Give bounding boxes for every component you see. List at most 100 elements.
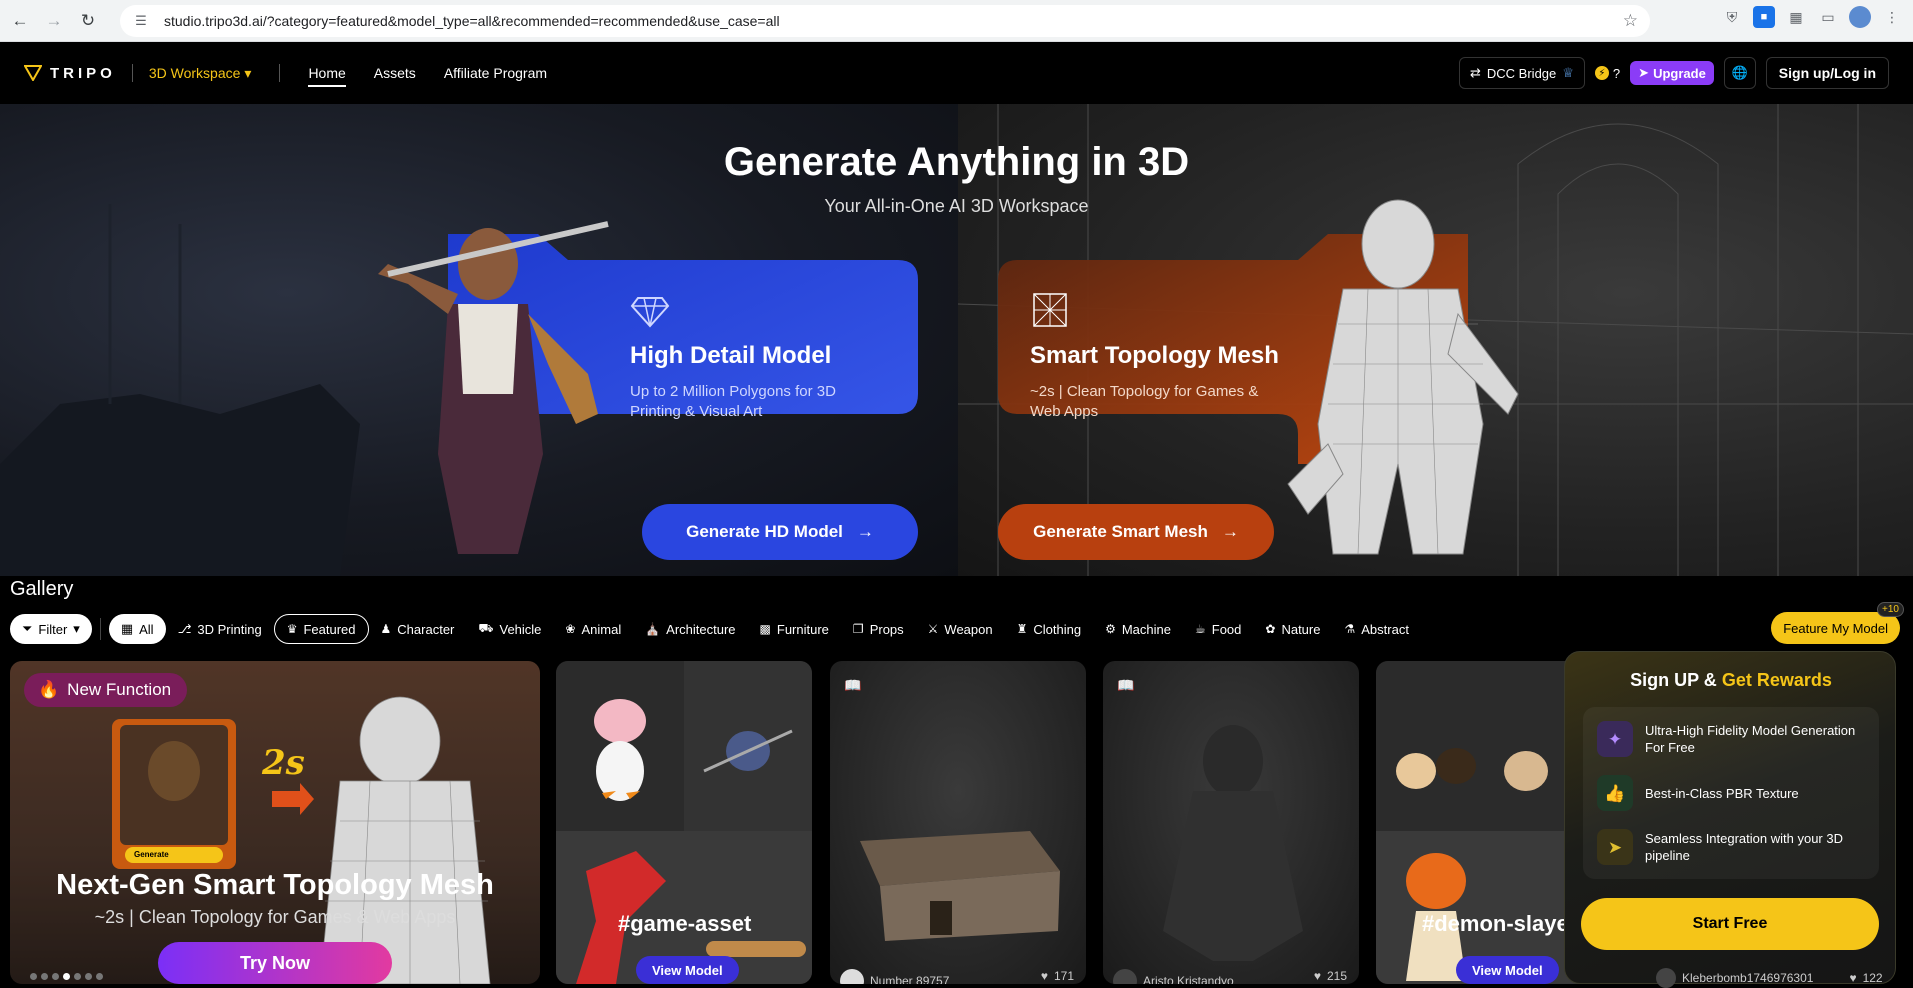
- divider: [131, 64, 133, 82]
- carousel-dot[interactable]: [74, 973, 81, 980]
- site-info-icon[interactable]: ☰: [132, 12, 150, 30]
- category-all[interactable]: ▦ All: [108, 614, 166, 644]
- category-label: Clothing: [1033, 621, 1082, 637]
- category-nature[interactable]: ✿ Nature: [1253, 614, 1332, 644]
- category-architecture[interactable]: ⛪ Architecture: [633, 614, 747, 644]
- workspace-label: 3D Workspace: [148, 65, 241, 81]
- cast-icon[interactable]: ▭: [1817, 6, 1839, 28]
- category-label: Props: [869, 621, 904, 637]
- reload-icon[interactable]: ↻: [74, 7, 102, 35]
- nav-affiliate[interactable]: Affiliate Program: [444, 65, 547, 81]
- menu-dots-icon[interactable]: ⋮: [1881, 6, 1903, 28]
- tripo-logo-icon: [24, 65, 42, 81]
- reward-badge: +10: [1877, 602, 1904, 617]
- trophy-icon: ♛: [286, 622, 298, 636]
- category-featured[interactable]: ♛ Featured: [273, 614, 369, 644]
- view-model-button[interactable]: View Model: [1456, 956, 1559, 984]
- heart-icon: ♥: [1313, 969, 1321, 983]
- category-abstract[interactable]: ⚗ Abstract: [1332, 614, 1420, 644]
- leaf-icon: ✿: [1265, 622, 1276, 636]
- card-hashtag: #demon-slayer: [1422, 911, 1578, 936]
- hero-subtitle: Your All-in-One AI 3D Workspace: [824, 196, 1089, 216]
- login-button[interactable]: Sign up/Log in: [1765, 57, 1889, 89]
- category-3d-printing[interactable]: ⎇ 3D Printing: [166, 614, 274, 644]
- category-animal[interactable]: ❀ Animal: [553, 614, 633, 644]
- carousel-dot[interactable]: [85, 973, 92, 980]
- arrow-right-icon: →: [856, 522, 874, 541]
- forward-icon[interactable]: →: [40, 7, 68, 35]
- start-free-button[interactable]: Start Free: [1581, 898, 1879, 950]
- caret-down-icon: ▾: [73, 621, 80, 636]
- back-icon[interactable]: ←: [6, 7, 34, 35]
- filter-button[interactable]: ⏷ Filter ▾: [10, 614, 92, 644]
- food-icon: ☕: [1194, 622, 1206, 636]
- dcc-bridge-button[interactable]: ⇄ DCC Bridge ♕: [1459, 57, 1585, 89]
- category-food[interactable]: ☕ Food: [1183, 614, 1253, 644]
- divider: [99, 618, 101, 640]
- like-count[interactable]: ♥ 171: [1041, 969, 1074, 983]
- language-globe-icon[interactable]: 🌐: [1723, 57, 1756, 89]
- carousel-dot[interactable]: [96, 973, 103, 980]
- upgrade-button[interactable]: ➤ Upgrade: [1630, 61, 1714, 85]
- rewards-title-a: Sign UP &: [1630, 670, 1717, 690]
- puzzle-icon[interactable]: ▦: [1785, 6, 1807, 28]
- workspace-dropdown[interactable]: 3D Workspace ▾: [149, 65, 252, 82]
- carousel-dots: [30, 973, 103, 980]
- card-author[interactable]: Number 89757: [840, 969, 949, 984]
- author-name: Aristo Kristandyo: [1143, 974, 1234, 984]
- carousel-dot[interactable]: [52, 973, 59, 980]
- category-clothing[interactable]: ♜ Clothing: [1005, 614, 1093, 644]
- category-character[interactable]: ♟ Character: [369, 614, 467, 644]
- category-filter-bar: ⏷ Filter ▾ ▦ All ⎇ 3D Printing ♛ Feature…: [10, 602, 1910, 646]
- nav-assets[interactable]: Assets: [374, 65, 416, 81]
- gallery-card-game-asset[interactable]: #game-asset View Model: [556, 661, 812, 984]
- heart-icon: ♥: [1849, 971, 1857, 985]
- profile-avatar-icon[interactable]: [1849, 6, 1871, 28]
- extension-icon[interactable]: ■: [1753, 6, 1775, 28]
- carousel-dot-active[interactable]: [63, 973, 70, 980]
- like-count[interactable]: ♥ 215: [1314, 969, 1347, 983]
- try-now-button[interactable]: Try Now: [158, 942, 392, 984]
- promo-illustration: [10, 661, 540, 984]
- carousel-dot[interactable]: [30, 973, 37, 980]
- category-props[interactable]: ❐ Props: [841, 614, 916, 644]
- address-bar[interactable]: ☰ studio.tripo3d.ai/?category=featured&m…: [120, 5, 1650, 37]
- category-furniture[interactable]: ▩ Furniture: [748, 614, 841, 644]
- feature-my-model-button[interactable]: Feature My Model +10: [1771, 602, 1904, 644]
- nav-home[interactable]: Home: [308, 65, 347, 87]
- flame-icon: 🔥: [38, 680, 60, 699]
- card-author[interactable]: Aristo Kristandyo: [1113, 969, 1234, 984]
- bookmark-star-icon[interactable]: ☆: [1623, 11, 1638, 31]
- promo-title: Next-Gen Smart Topology Mesh: [56, 869, 494, 901]
- category-weapon[interactable]: ⚔ Weapon: [916, 614, 1005, 644]
- promo-carousel-card[interactable]: 🔥 New Function Generate 2s Next-Gen Smar…: [10, 661, 540, 984]
- gallery-card-hooded[interactable]: 📖 Aristo Kristandyo ♥ 215: [1103, 661, 1359, 984]
- category-machine[interactable]: ⚙ Machine: [1093, 614, 1183, 644]
- credits-help[interactable]: ⚡ ?: [1594, 66, 1620, 81]
- gallery-title: Gallery: [10, 578, 74, 600]
- hd-model-card: High Detail Model Up to 2 Million Polygo…: [378, 221, 918, 574]
- category-label: Furniture: [776, 621, 829, 637]
- shield-extension-icon[interactable]: ⛨: [1721, 6, 1743, 28]
- header-actions: ⇄ DCC Bridge ♕ ⚡ ? ➤ Upgrade 🌐 Sign up/L…: [1459, 57, 1889, 89]
- divider: [279, 64, 281, 82]
- reward-label: Seamless Integration with your 3D pipeli…: [1645, 831, 1843, 863]
- category-vehicle[interactable]: ⛟ Vehicle: [466, 614, 553, 644]
- category-label: 3D Printing: [197, 621, 262, 637]
- gallery-card-house[interactable]: 📖 Number 89757 ♥ 171: [830, 661, 1086, 984]
- swap-icon: ⇄: [1470, 65, 1481, 80]
- generate-hd-button[interactable]: Generate HD Model →: [642, 504, 918, 560]
- book-icon: 📖: [844, 677, 862, 693]
- box-icon: ❐: [852, 622, 864, 636]
- hidden-card-author[interactable]: Kleberbomb1746976301 ♥ 122: [1656, 968, 1883, 988]
- author-name: Number 89757: [870, 974, 950, 984]
- carousel-dot[interactable]: [41, 973, 48, 980]
- category-label: Abstract: [1361, 621, 1409, 637]
- category-label: Animal: [581, 621, 622, 637]
- generate-smart-mesh-button[interactable]: Generate Smart Mesh →: [998, 504, 1274, 560]
- person-icon: ♟: [380, 622, 392, 636]
- car-icon: ⛟: [478, 621, 494, 635]
- view-model-button[interactable]: View Model: [636, 956, 739, 984]
- tripo-logo[interactable]: TRIPO: [24, 65, 116, 82]
- site-header: TRIPO 3D Workspace ▾ Home Assets Affilia…: [0, 42, 1913, 104]
